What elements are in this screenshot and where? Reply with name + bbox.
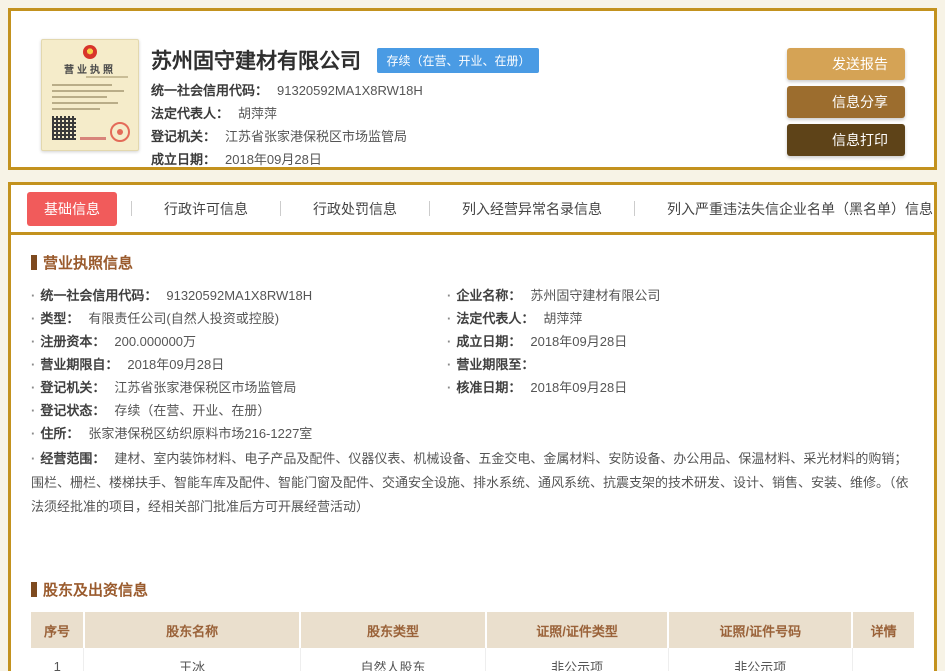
col-detail: 详情: [852, 612, 914, 648]
field-registration-status: 登记状态：存续（在营、开业、在册）: [31, 401, 447, 421]
cell-type: 自然人股东: [300, 648, 487, 671]
field-registered-capital: 注册资本：200.000000万: [31, 332, 447, 352]
tab-bar: 基础信息 行政许可信息 行政处罚信息 列入经营异常名录信息 列入严重违法失信企业…: [11, 185, 934, 235]
print-info-button[interactable]: 信息打印: [787, 124, 905, 156]
company-summary: 苏州固守建材有限公司 存续（在营、开业、在册） 统一社会信用代码： 9132059…: [151, 45, 540, 167]
cell-seq: 1: [31, 648, 85, 671]
cell-detail: [852, 648, 914, 671]
col-name: 股东名称: [83, 612, 302, 648]
qr-code-icon: [52, 116, 76, 140]
tab-blacklist[interactable]: 列入严重违法失信企业名单（黑名单）信息: [635, 199, 945, 219]
table-row: 1 王冰 自然人股东 非公示项 非公示项: [31, 648, 914, 671]
field-company-type: 类型：有限责任公司(自然人投资或控股): [31, 309, 447, 329]
field-address: 住所：张家港保税区纺织原料市场216-1227室: [31, 424, 914, 444]
basic-info-panel: 营业执照信息 统一社会信用代码：91320592MA1X8RW18H 类型：有限…: [11, 235, 934, 671]
header-actions: 发送报告 信息分享 信息打印: [787, 48, 905, 156]
tab-basic-info[interactable]: 基础信息: [27, 191, 117, 226]
company-name: 苏州固守建材有限公司: [151, 50, 361, 73]
send-report-button[interactable]: 发送报告: [787, 48, 905, 80]
national-emblem-icon: [83, 45, 97, 59]
shareholder-section: 股东及出资信息 序号 股东名称 股东类型 证照/证件类型 证照/证件号码 详情: [31, 579, 914, 671]
shareholder-table: 序号 股东名称 股东类型 证照/证件类型 证照/证件号码 详情 1 王冰 自然人…: [31, 612, 914, 671]
field-registry-authority: 登记机关：江苏省张家港保税区市场监管局: [31, 378, 447, 398]
field-approval-date: 核准日期：2018年09月28日: [447, 378, 914, 398]
header-field-established: 成立日期： 2018年09月28日: [151, 152, 322, 167]
header-field-legal-rep: 法定代表人： 胡萍萍: [151, 106, 278, 121]
field-company-name: 企业名称：苏州固守建材有限公司: [447, 286, 914, 306]
header-field-registry: 登记机关： 江苏省张家港保税区市场监管局: [151, 129, 408, 144]
license-thumb-title: 营业执照: [64, 65, 116, 76]
red-seal-icon: [110, 122, 130, 142]
license-detail-grid: 统一社会信用代码：91320592MA1X8RW18H 类型：有限责任公司(自然…: [31, 286, 914, 424]
col-seq: 序号: [31, 612, 85, 648]
company-header-card: 营业执照 苏州固守建材有限公司 存续（在营、开业、在册） 统一社会信用代码： 91…: [8, 8, 937, 170]
field-credit-code: 统一社会信用代码：91320592MA1X8RW18H: [31, 286, 447, 306]
header-field-credit-code: 统一社会信用代码： 91320592MA1X8RW18H: [151, 83, 423, 98]
share-info-button[interactable]: 信息分享: [787, 86, 905, 118]
field-business-scope: 经营范围：建材、室内装饰材料、电子产品及配件、仪器仪表、机械设备、五金交电、金属…: [31, 447, 914, 519]
cell-name: 王冰: [83, 648, 301, 671]
tab-admin-penalty[interactable]: 行政处罚信息: [281, 199, 429, 219]
license-section-title: 营业执照信息: [31, 252, 914, 273]
field-established-date: 成立日期：2018年09月28日: [447, 332, 914, 352]
status-badge: 存续（在营、开业、在册）: [377, 47, 540, 73]
detail-card: 基础信息 行政许可信息 行政处罚信息 列入经营异常名录信息 列入严重违法失信企业…: [8, 182, 937, 671]
field-term-to: 营业期限至：: [447, 355, 914, 375]
tab-abnormal-list[interactable]: 列入经营异常名录信息: [430, 199, 634, 219]
col-type: 股东类型: [300, 612, 487, 648]
business-license-thumbnail: 营业执照: [41, 39, 139, 151]
tab-admin-license[interactable]: 行政许可信息: [132, 199, 280, 219]
col-cert-no: 证照/证件号码: [668, 612, 854, 648]
cell-cert-type: 非公示项: [485, 648, 669, 671]
field-legal-rep: 法定代表人：胡萍萍: [447, 309, 914, 329]
table-header-row: 序号 股东名称 股东类型 证照/证件类型 证照/证件号码 详情: [31, 612, 914, 648]
field-term-from: 营业期限自：2018年09月28日: [31, 355, 447, 375]
cell-cert-no: 非公示项: [668, 648, 853, 671]
col-cert-type: 证照/证件类型: [485, 612, 670, 648]
shareholder-section-title: 股东及出资信息: [31, 579, 914, 600]
